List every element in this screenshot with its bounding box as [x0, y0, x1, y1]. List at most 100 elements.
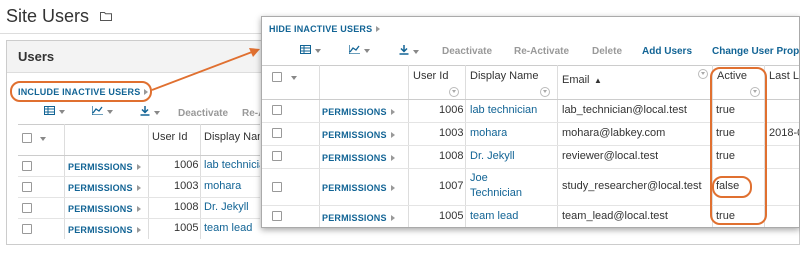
column-header-display-name[interactable]: Display Name [204, 131, 260, 143]
reactivate-button[interactable]: Re-Activate [242, 108, 260, 119]
column-header-last-login[interactable]: Last Login [769, 70, 799, 82]
row-checkbox[interactable] [272, 105, 282, 115]
permissions-link[interactable]: PERMISSIONS [68, 225, 141, 235]
chevron-right-icon [136, 206, 141, 212]
permissions-link[interactable]: PERMISSIONS [68, 183, 141, 193]
display-name-link[interactable]: lab technician [204, 159, 260, 171]
table-row: PERMISSIONS 1008 Dr. Jekyll [18, 198, 260, 218]
grid-header-top-border [18, 124, 260, 125]
chevron-right-icon [390, 109, 395, 115]
row-checkbox[interactable] [22, 161, 32, 171]
display-name-link[interactable]: Dr. Jekyll [470, 150, 515, 162]
user-id-cell: 1003 [174, 180, 199, 192]
chevron-down-icon [107, 110, 113, 114]
email-cell: study_researcher@local.test [562, 180, 702, 192]
email-cell: mohara@labkey.com [562, 127, 666, 139]
user-id-cell: 1003 [439, 127, 464, 139]
row-checkbox[interactable] [272, 151, 282, 161]
permissions-link[interactable]: PERMISSIONS [322, 183, 395, 193]
permissions-link[interactable]: PERMISSIONS [68, 204, 141, 214]
page-title: Site Users [6, 5, 113, 27]
download-icon[interactable] [140, 106, 160, 119]
user-id-cell: 1008 [174, 201, 199, 213]
display-name-link[interactable]: mohara [470, 127, 507, 139]
chart-icon[interactable] [91, 106, 113, 118]
grid-header-top-border [262, 65, 799, 66]
false-value-callout [712, 176, 752, 198]
user-id-cell: 1005 [174, 222, 199, 234]
grid-icon[interactable] [44, 106, 65, 118]
delete-button[interactable]: Delete [592, 46, 622, 57]
permissions-label: PERMISSIONS [322, 213, 387, 223]
add-users-button[interactable]: Add Users [642, 46, 692, 57]
display-name-link[interactable]: team lead [470, 210, 518, 222]
chevron-right-icon [376, 26, 381, 32]
column-menu-icon[interactable] [449, 87, 459, 97]
row-checkbox[interactable] [22, 203, 32, 213]
permissions-link[interactable]: PERMISSIONS [322, 213, 395, 223]
row-checkbox[interactable] [22, 182, 32, 192]
chevron-down-icon [413, 50, 419, 54]
permissions-link[interactable]: PERMISSIONS [68, 162, 141, 172]
active-column-callout [710, 67, 767, 225]
chevron-right-icon [144, 89, 149, 95]
chevron-right-icon [390, 155, 395, 161]
display-name-link[interactable]: Dr. Jekyll [204, 201, 260, 213]
chevron-down-icon [59, 110, 65, 114]
email-cell: lab_technician@local.test [562, 104, 687, 116]
column-header-email[interactable]: Email ▲ [562, 70, 602, 88]
permissions-label: PERMISSIONS [322, 153, 387, 163]
row-checkbox[interactable] [22, 224, 32, 234]
display-name-line2[interactable]: Technician [470, 187, 522, 199]
permissions-link[interactable]: PERMISSIONS [322, 130, 395, 140]
include-inactive-users-link[interactable]: INCLUDE INACTIVE USERS [18, 87, 149, 97]
chevron-down-icon[interactable] [40, 137, 46, 141]
chevron-down-icon [154, 111, 160, 115]
column-header-display-name[interactable]: Display Name [470, 70, 538, 82]
chevron-right-icon [136, 164, 141, 170]
chevron-right-icon [390, 185, 395, 191]
display-name-link[interactable]: lab technician [470, 104, 537, 116]
permissions-label: PERMISSIONS [68, 183, 133, 193]
deactivate-button[interactable]: Deactivate [442, 46, 492, 57]
column-menu-icon[interactable] [698, 69, 708, 79]
row-checkbox[interactable] [272, 211, 282, 221]
display-name-line1[interactable]: Joe [470, 172, 488, 184]
permissions-link[interactable]: PERMISSIONS [322, 153, 395, 163]
column-menu-icon[interactable] [540, 87, 550, 97]
chevron-right-icon [136, 227, 141, 233]
reactivate-button[interactable]: Re-Activate [514, 46, 569, 57]
permissions-link[interactable]: PERMISSIONS [322, 107, 395, 117]
display-name-link[interactable]: mohara [204, 180, 260, 192]
chart-icon[interactable] [348, 45, 370, 57]
change-user-properties-button[interactable]: Change User Properties [712, 46, 799, 57]
permissions-label: PERMISSIONS [68, 225, 133, 235]
hide-inactive-label: HIDE INACTIVE USERS [269, 24, 373, 34]
chevron-down-icon [315, 49, 321, 53]
chevron-right-icon [390, 132, 395, 138]
download-icon[interactable] [399, 45, 419, 58]
column-header-user-id[interactable]: User Id [413, 70, 448, 82]
table-row: PERMISSIONS 1005 team lead [18, 219, 260, 239]
chevron-right-icon [390, 215, 395, 221]
select-all-checkbox[interactable] [272, 72, 282, 82]
deactivate-button[interactable]: Deactivate [178, 108, 228, 119]
row-checkbox[interactable] [272, 182, 282, 192]
email-cell: team_lead@local.test [562, 210, 668, 222]
email-cell: reviewer@local.test [562, 150, 659, 162]
last-login-cell: 2018-0 [769, 127, 800, 139]
user-id-cell: 1008 [439, 150, 464, 162]
row-checkbox[interactable] [272, 128, 282, 138]
column-header-user-id[interactable]: User Id [152, 131, 187, 143]
permissions-label: PERMISSIONS [68, 204, 133, 214]
select-all-checkbox[interactable] [22, 133, 32, 143]
hide-inactive-users-link[interactable]: HIDE INACTIVE USERS [269, 24, 381, 34]
table-row: PERMISSIONS 1003 mohara [18, 177, 260, 197]
folder-icon[interactable] [100, 5, 113, 26]
inactive-users-popup: HIDE INACTIVE USERS Deactivate Re-Activa… [261, 16, 800, 228]
display-name-link[interactable]: team lead [204, 222, 260, 234]
permissions-label: PERMISSIONS [322, 183, 387, 193]
user-id-cell: 1007 [439, 180, 464, 192]
chevron-down-icon[interactable] [291, 76, 297, 80]
grid-icon[interactable] [300, 45, 321, 57]
